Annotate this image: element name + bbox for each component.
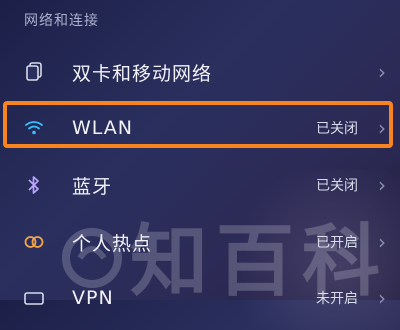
row-label: 蓝牙 bbox=[72, 175, 113, 198]
row-label: 双卡和移动网络 bbox=[72, 62, 213, 85]
watermark-logo: 知百科 bbox=[52, 196, 400, 307]
chevron-right-icon: › bbox=[378, 173, 386, 197]
section-title: 网络和连接 bbox=[24, 13, 99, 29]
svg-text:知百科: 知百科 bbox=[130, 217, 388, 306]
chevron-right-icon: › bbox=[378, 60, 386, 84]
bluetooth-icon bbox=[22, 173, 46, 197]
vpn-icon bbox=[22, 286, 46, 310]
row-status: 已关闭 bbox=[316, 178, 358, 194]
highlight-box bbox=[3, 101, 393, 148]
sim-card-icon bbox=[22, 60, 46, 84]
row-dual-sim[interactable]: 双卡和移动网络 › bbox=[0, 44, 400, 100]
hotspot-icon bbox=[22, 230, 46, 254]
